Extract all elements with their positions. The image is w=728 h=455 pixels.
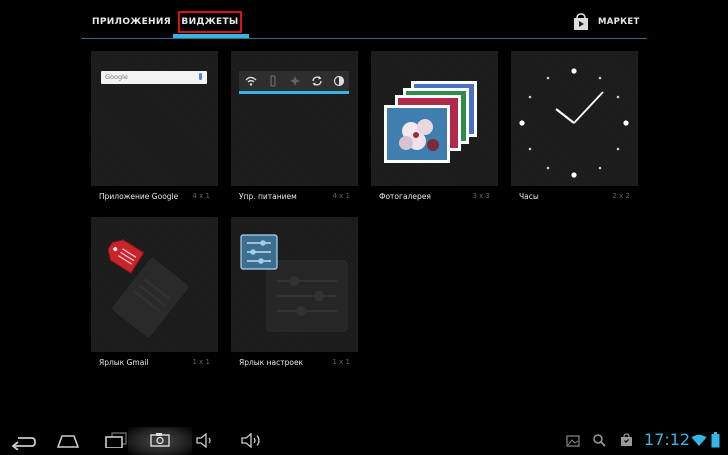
widget-name: Часы bbox=[519, 192, 539, 201]
search-notification-icon[interactable] bbox=[593, 434, 606, 447]
widget-name: Фотогалерея bbox=[379, 192, 431, 201]
google-search-bar-preview: Google bbox=[101, 71, 207, 84]
brightness-toggle-icon bbox=[333, 75, 345, 87]
battery-icon bbox=[711, 432, 720, 448]
gallery-notification-icon[interactable] bbox=[566, 435, 580, 447]
widget-preview bbox=[231, 51, 358, 186]
bluetooth-toggle-icon bbox=[270, 75, 276, 87]
widget-gmail-shortcut[interactable]: Ярлык Gmail 1 x 1 bbox=[91, 217, 218, 385]
widget-preview bbox=[511, 51, 638, 186]
status-clock[interactable]: 17:12 bbox=[644, 430, 690, 449]
widget-name: Ярлык Gmail bbox=[99, 358, 149, 367]
store-notification-icon[interactable] bbox=[620, 433, 633, 447]
tab-bar: ПРИЛОЖЕНИЯ ВИДЖЕТЫ МАРКЕТ bbox=[0, 0, 728, 40]
widget-size: 1 x 1 bbox=[192, 358, 211, 366]
widget-preview bbox=[91, 217, 218, 352]
widget-preview: Google bbox=[91, 51, 218, 186]
recent-apps-icon[interactable] bbox=[102, 432, 128, 448]
widget-name: Упр. питанием bbox=[239, 192, 297, 201]
sync-toggle-icon bbox=[312, 76, 322, 86]
market-label: МАРКЕТ bbox=[598, 17, 640, 27]
widget-size: 1 x 1 bbox=[332, 358, 351, 366]
back-icon[interactable] bbox=[10, 434, 36, 450]
widget-settings-shortcut[interactable]: Ярлык настроек 1 x 1 bbox=[231, 217, 358, 385]
widget-size: 4 x 1 bbox=[192, 192, 211, 200]
widget-name: Ярлык настроек bbox=[239, 358, 304, 367]
widget-clock[interactable]: Часы 2 x 2 bbox=[511, 51, 638, 219]
widget-name: Приложение Google bbox=[99, 192, 179, 201]
settings-sliders-icon bbox=[240, 234, 348, 332]
gps-toggle-icon bbox=[290, 76, 300, 86]
wifi-icon bbox=[691, 434, 707, 446]
widget-size: 3 x 3 bbox=[472, 192, 491, 200]
clock-face-icon bbox=[519, 68, 629, 178]
tab-widgets[interactable]: ВИДЖЕТЫ bbox=[178, 11, 242, 33]
tab-apps[interactable]: ПРИЛОЖЕНИЯ bbox=[92, 11, 171, 33]
market-bag-icon bbox=[574, 13, 588, 30]
widget-google-app[interactable]: Google Приложение Google 4 x 1 bbox=[91, 51, 218, 219]
market-button[interactable]: МАРКЕТ bbox=[572, 12, 640, 32]
widget-size: 2 x 2 bbox=[612, 192, 631, 200]
widget-power-control[interactable]: Упр. питанием 4 x 1 bbox=[231, 51, 358, 219]
widget-preview bbox=[231, 217, 358, 352]
widget-photo-gallery[interactable]: Фотогалерея 3 x 3 bbox=[371, 51, 498, 219]
wifi-toggle-icon bbox=[245, 76, 257, 86]
screenshot-icon[interactable] bbox=[150, 433, 170, 447]
mic-icon bbox=[199, 73, 202, 80]
volume-down-icon[interactable] bbox=[196, 433, 214, 448]
google-logo: Google bbox=[105, 73, 128, 81]
tab-divider bbox=[81, 38, 647, 39]
volume-up-icon[interactable] bbox=[241, 433, 263, 448]
widget-size: 4 x 1 bbox=[332, 192, 351, 200]
home-icon[interactable] bbox=[56, 434, 80, 448]
gmail-tag-icon bbox=[107, 239, 189, 338]
widget-preview bbox=[371, 51, 498, 186]
photo-stack-icon bbox=[384, 81, 477, 163]
power-control-preview bbox=[239, 71, 349, 94]
